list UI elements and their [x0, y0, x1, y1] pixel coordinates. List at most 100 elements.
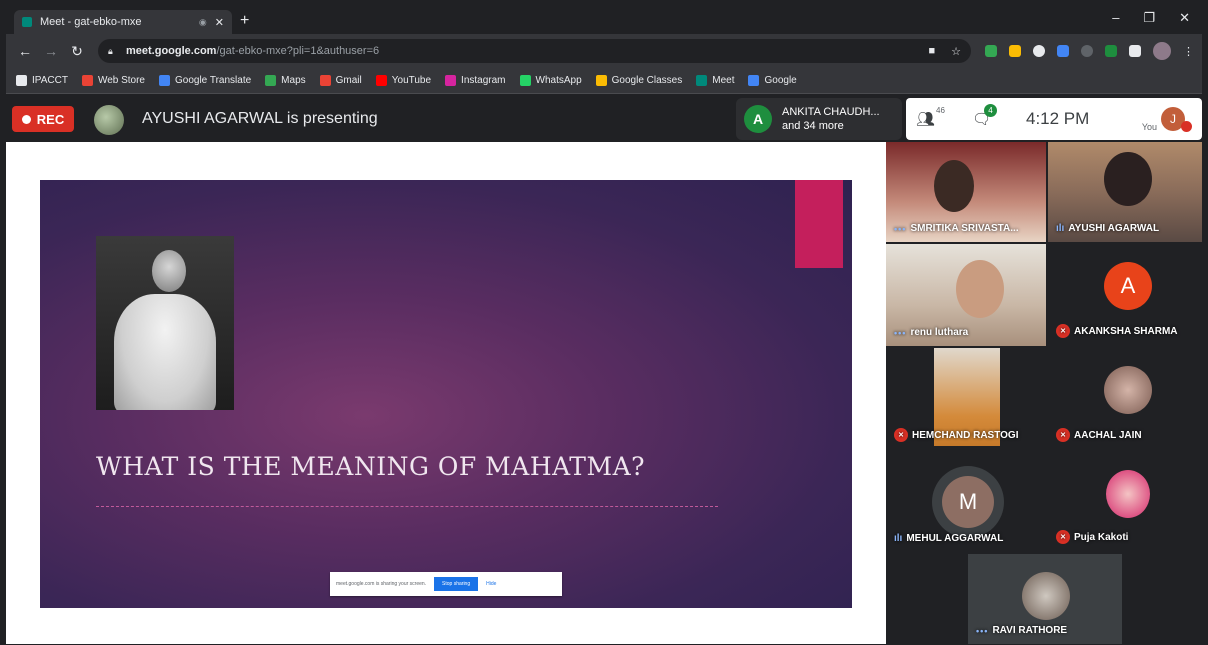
- translate-icon: [159, 75, 170, 86]
- speaking-icon: ılı: [894, 533, 903, 544]
- participant-tile[interactable]: ✕ Puja Kakoti: [1048, 452, 1202, 552]
- profile-avatar[interactable]: [1153, 42, 1171, 60]
- presenter-avatar: [94, 105, 124, 135]
- puzzle-extensions-icon[interactable]: [1129, 45, 1141, 57]
- join-notification[interactable]: A ANKITA CHAUDH... and 34 more: [736, 98, 902, 140]
- google-icon: [748, 75, 760, 86]
- bookmark-ipacct[interactable]: IPACCT: [16, 75, 68, 86]
- participant-tile[interactable]: ••• SMRITIKA SRIVASTA...: [886, 142, 1046, 242]
- bookmark-instagram[interactable]: Instagram: [445, 75, 506, 86]
- mic-off-icon: [1181, 120, 1192, 132]
- more-dots-icon: •••: [894, 223, 907, 234]
- mic-off-icon: ✕: [894, 428, 908, 442]
- meet-icon: [696, 75, 708, 86]
- new-tab-button[interactable]: +: [240, 12, 249, 30]
- check-extension-icon[interactable]: [1105, 45, 1117, 57]
- extensions: ⋮: [985, 42, 1194, 60]
- notification-avatar: A: [744, 105, 772, 133]
- more-dots-icon: •••: [976, 625, 989, 636]
- participant-grid: ••• SMRITIKA SRIVASTA... ılı AYUSHI AGARWA…: [886, 142, 1202, 644]
- presentation-stage: WHAT IS THE MEANING OF MAHATMA? meet.goo…: [6, 142, 886, 644]
- gmail-icon: [319, 75, 331, 86]
- bookmark-maps[interactable]: Maps: [265, 75, 306, 86]
- people-icon: 👥︎: [916, 111, 936, 128]
- participant-name: AYUSHI AGARWAL: [1068, 223, 1160, 234]
- restore-button[interactable]: ❐: [1143, 10, 1155, 26]
- presenter-label: AYUSHI AGARWAL is presenting: [142, 110, 378, 127]
- mic-off-icon: ✕: [1056, 428, 1070, 442]
- circle-extension-icon[interactable]: [1033, 45, 1045, 57]
- stop-sharing-button[interactable]: Stop sharing: [434, 577, 479, 591]
- bookmark-whatsapp[interactable]: WhatsApp: [519, 75, 582, 86]
- bulb-extension-icon[interactable]: [1009, 45, 1021, 57]
- participant-tile[interactable]: ✕ AACHAL JAIN: [1048, 348, 1202, 450]
- navigation-bar: ← → ↻ 🔒︎ meet.google.com/gat-ebko-mxe?pl…: [6, 34, 1202, 68]
- notification-line-1: ANKITA CHAUDH...: [782, 106, 880, 118]
- back-arrow-icon[interactable]: ←: [14, 43, 36, 59]
- bookmark-youtube[interactable]: YouTube: [375, 75, 431, 86]
- camera-icon[interactable]: ■: [928, 45, 935, 58]
- bookmark-meet[interactable]: Meet: [696, 75, 734, 86]
- people-count: 46: [936, 106, 945, 115]
- close-window-button[interactable]: ✕: [1179, 10, 1190, 26]
- participant-name: SMRITIKA SRIVASTA...: [910, 223, 1019, 234]
- participant-name: RAVI RATHORE: [992, 625, 1068, 636]
- whatsapp-icon: [519, 75, 531, 86]
- recording-dot-icon: ◉: [198, 16, 207, 27]
- tab-close-icon[interactable]: ✕: [215, 16, 224, 29]
- participant-tile[interactable]: ••• renu luthara: [886, 244, 1046, 346]
- minimize-button[interactable]: –: [1112, 10, 1119, 26]
- mic-off-icon: ✕: [1056, 324, 1070, 338]
- record-dot-icon: [21, 114, 31, 124]
- diamond-extension-icon[interactable]: [1057, 45, 1069, 57]
- browser-tab[interactable]: Meet - gat-ebko-mxe ◉ ✕: [14, 10, 232, 34]
- slide-divider: [96, 506, 718, 507]
- menu-kebab-icon[interactable]: ⋮: [1183, 45, 1194, 58]
- meet-controls: 👥︎ 46 🗨︎ 4 4:12 PM You J: [906, 98, 1202, 140]
- participant-tile[interactable]: M ılı MEHUL AGGARWAL: [886, 452, 1046, 552]
- chat-badge: 4: [984, 104, 997, 117]
- forward-arrow-icon[interactable]: →: [40, 43, 62, 59]
- ipacct-icon: [16, 75, 27, 86]
- reload-icon[interactable]: ↻: [66, 43, 88, 60]
- url-path: /gat-ebko-mxe?pli=1&authuser=6: [216, 45, 380, 57]
- bookmark-gmail[interactable]: Gmail: [319, 75, 362, 86]
- address-bar[interactable]: 🔒︎ meet.google.com/gat-ebko-mxe?pli=1&au…: [98, 39, 971, 63]
- tab-title: Meet - gat-ebko-mxe: [40, 16, 142, 28]
- participant-tile[interactable]: ✕ HEMCHAND RASTOGI: [886, 348, 1046, 450]
- participant-name: AACHAL JAIN: [1074, 429, 1142, 441]
- participant-name: MEHUL AGGARWAL: [906, 533, 1004, 544]
- participant-tile[interactable]: A ✕ AKANKSHA SHARMA: [1048, 244, 1202, 346]
- bookmark-web-store[interactable]: Web Store: [81, 75, 145, 86]
- classroom-icon: [595, 75, 607, 86]
- lock-icon: 🔒︎: [108, 46, 113, 56]
- participant-name: Puja Kakoti: [1074, 531, 1129, 543]
- github-extension-icon[interactable]: [1081, 45, 1093, 57]
- hide-link[interactable]: Hide: [486, 581, 496, 587]
- participant-tile[interactable]: ılı AYUSHI AGARWAL: [1048, 142, 1202, 242]
- portrait-photo: [96, 236, 234, 410]
- more-dots-icon: •••: [894, 327, 907, 338]
- bookmark-google-classes[interactable]: Google Classes: [595, 75, 682, 86]
- people-button[interactable]: 👥︎ 46: [916, 106, 952, 128]
- shield-extension-icon[interactable]: [985, 45, 997, 57]
- url-host: meet.google.com: [126, 45, 217, 57]
- bookmark-google-translate[interactable]: Google Translate: [159, 75, 251, 86]
- participant-name: AKANKSHA SHARMA: [1074, 325, 1178, 337]
- speaking-icon: ılı: [1056, 223, 1065, 234]
- chat-button[interactable]: 🗨︎ 4: [972, 104, 1012, 128]
- bookmark-star-icon[interactable]: ☆: [951, 45, 961, 58]
- window-controls: – ❐ ✕: [1112, 10, 1190, 26]
- omnibox-icons: ■ ☆: [928, 45, 961, 58]
- participant-name: renu luthara: [910, 327, 969, 338]
- slide-title: WHAT IS THE MEANING OF MAHATMA?: [96, 452, 646, 481]
- participant-tile[interactable]: ••• RAVI RATHORE: [968, 554, 1122, 644]
- bookmark-google[interactable]: Google: [748, 75, 797, 86]
- screen-share-bar: meet.google.com is sharing your screen. …: [330, 572, 562, 596]
- youtube-icon: [375, 75, 387, 86]
- meet-favicon-icon: [22, 17, 32, 27]
- share-text: meet.google.com is sharing your screen.: [336, 581, 427, 587]
- instagram-icon: [445, 75, 457, 86]
- presentation-slide: WHAT IS THE MEANING OF MAHATMA? meet.goo…: [40, 180, 852, 608]
- mic-off-icon: ✕: [1056, 530, 1070, 544]
